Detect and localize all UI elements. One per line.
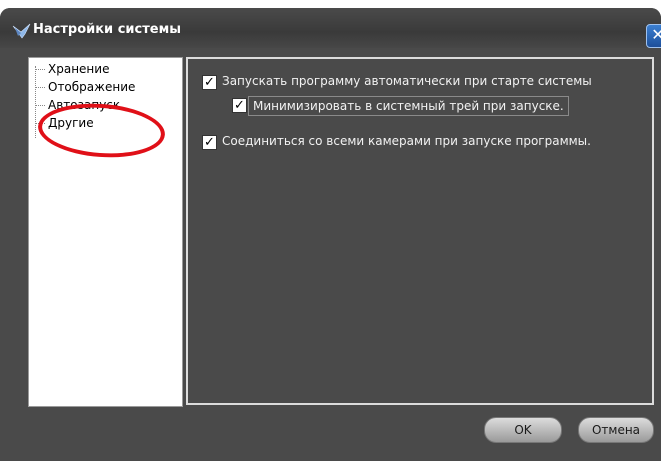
app-logo-icon: [12, 23, 31, 39]
close-button[interactable]: ✕: [646, 24, 661, 48]
settings-category-tree: Хранение Отображение Автозапуск Другие: [28, 57, 183, 407]
option-label: Запускать программу автоматически при ст…: [222, 74, 592, 88]
checkbox-connect-cameras[interactable]: ✓: [202, 135, 217, 150]
red-annotation-circle: [36, 99, 167, 162]
settings-window: Настройки системы ✕ Хранение Отображение…: [0, 8, 661, 461]
tree-item-display[interactable]: Отображение: [35, 80, 135, 94]
option-label: Минимизировать в системный трей при запу…: [248, 96, 569, 116]
title-bar[interactable]: Настройки системы ✕: [0, 8, 661, 48]
tree-item-label: Отображение: [48, 80, 136, 94]
tree-item-label: Хранение: [48, 62, 110, 76]
tree-item-storage[interactable]: Хранение: [35, 62, 109, 76]
option-label: Соединиться со всеми камерами при запуск…: [222, 134, 591, 148]
window-title: Настройки системы: [33, 22, 181, 37]
ok-button[interactable]: OK: [484, 417, 562, 443]
close-icon: ✕: [651, 25, 661, 44]
checkbox-autostart[interactable]: ✓: [202, 75, 217, 90]
checkbox-minimize-tray[interactable]: ✓: [232, 98, 247, 113]
settings-panel: ✓ Запускать программу автоматически при …: [186, 57, 654, 405]
cancel-button[interactable]: Отмена: [578, 417, 654, 443]
